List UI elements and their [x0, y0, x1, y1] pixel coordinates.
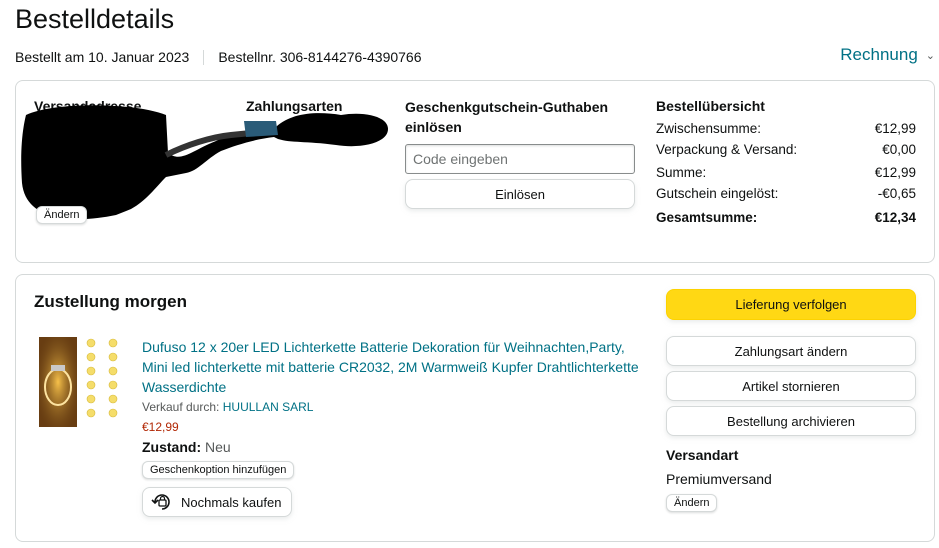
summary-label: Summe:	[656, 165, 707, 180]
change-shipping-button[interactable]: Ändern	[666, 494, 718, 512]
summary-label: Gesamtsumme:	[656, 210, 758, 225]
invoice-label: Rechnung	[840, 45, 918, 64]
redeem-button[interactable]: Einlösen	[405, 179, 635, 209]
summary-label: Gutschein eingelöst:	[656, 186, 779, 201]
buy-again-icon	[151, 494, 170, 510]
product-condition: Zustand: Neu	[142, 439, 231, 455]
payment-methods-heading: Zahlungsarten	[246, 98, 343, 114]
summary-value: €12,99	[874, 121, 916, 136]
meta-divider	[203, 49, 205, 65]
shipping-method-value: Premiumversand	[666, 471, 772, 487]
track-delivery-button[interactable]: Lieferung verfolgen	[666, 289, 916, 320]
page-title: Bestelldetails	[15, 4, 175, 34]
order-summary-heading: Bestellübersicht	[656, 98, 765, 114]
summary-row-sum: Summe: €12,99	[656, 165, 916, 180]
summary-value: €12,34	[874, 210, 916, 225]
shipping-method-heading: Versandart	[666, 447, 739, 463]
seller-row: Verkauf durch: HUULLAN SARL	[142, 400, 313, 414]
gift-option-button[interactable]: Geschenkoption hinzufügen	[142, 461, 295, 479]
order-info-card: Versandadresse Zahlungsarten Ändern Gesc…	[15, 80, 935, 263]
archive-order-button[interactable]: Bestellung archivieren	[666, 406, 916, 436]
product-title-link[interactable]: Dufuso 12 x 20er LED Lichterkette Batter…	[142, 337, 642, 397]
summary-row-voucher: Gutschein eingelöst: -€0,65	[656, 186, 916, 201]
change-payment-button[interactable]: Zahlungsart ändern	[666, 336, 916, 366]
summary-row-total: Gesamtsumme: €12,34	[656, 210, 916, 225]
gift-code-input[interactable]	[405, 144, 635, 174]
summary-row-shipping: Verpackung & Versand: €0,00	[656, 142, 916, 157]
delivery-heading: Zustellung morgen	[34, 292, 187, 311]
gift-card-heading: Geschenkgutschein-Guthaben einlösen	[405, 99, 609, 135]
condition-value: Neu	[205, 439, 231, 455]
summary-value: €0,00	[882, 142, 916, 157]
buy-again-label: Nochmals kaufen	[181, 494, 282, 510]
summary-row-subtotal: Zwischensumme: €12,99	[656, 121, 916, 136]
seller-link[interactable]: HUULLAN SARL	[223, 400, 314, 414]
delivery-card: Zustellung morgen Dufuso 12 x 20er LED L…	[15, 274, 935, 542]
invoice-dropdown[interactable]: Rechnung ⌄	[840, 45, 935, 65]
summary-value: €12,99	[874, 165, 916, 180]
order-date: Bestellt am 10. Januar 2023	[15, 49, 190, 65]
buy-again-button[interactable]: Nochmals kaufen	[142, 487, 293, 517]
summary-label: Zwischensumme:	[656, 121, 762, 136]
chevron-down-icon: ⌄	[925, 49, 935, 62]
product-price: €12,99	[142, 420, 179, 434]
order-number: Bestellnr. 306-8144276-4390766	[218, 49, 422, 65]
summary-value: -€0,65	[877, 186, 916, 201]
sold-by-label: Verkauf durch:	[142, 400, 220, 414]
change-address-button[interactable]: Ändern	[36, 206, 88, 224]
cancel-item-button[interactable]: Artikel stornieren	[666, 371, 916, 401]
order-meta: Bestellt am 10. Januar 2023 Bestellnr. 3…	[15, 49, 422, 65]
summary-label: Verpackung & Versand:	[656, 142, 798, 157]
product-image[interactable]	[39, 337, 129, 427]
condition-label: Zustand:	[142, 439, 202, 455]
